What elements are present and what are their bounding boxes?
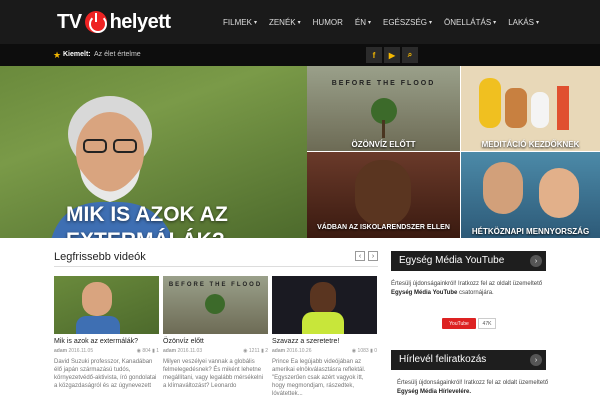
chevron-right-icon[interactable]: › — [368, 251, 378, 261]
chevron-down-icon: ▾ — [429, 19, 433, 26]
video-meta: adam 2016.10.26 ◉ 1083 ▮ 0 — [272, 348, 377, 354]
nav-item-lakas[interactable]: LAKÁS ▾ — [502, 18, 545, 27]
chevron-down-icon: ▾ — [297, 19, 301, 26]
video-title[interactable]: Mik is azok az extermálák? — [54, 338, 159, 345]
subscriber-count: 47K — [478, 318, 496, 329]
person-face — [82, 282, 112, 316]
video-thumbnail[interactable] — [272, 276, 377, 334]
youtube-icon[interactable]: ▶ — [384, 47, 400, 63]
comment-icon: ▮ — [152, 348, 155, 354]
chevron-right-icon[interactable]: › — [530, 255, 542, 267]
search-icon[interactable]: ⌕ — [402, 47, 418, 63]
nav-item-egeszseg[interactable]: EGÉSZSÉG ▾ — [377, 18, 438, 27]
thumbnail-text: BEFORE THE FLOOD — [168, 282, 263, 288]
section-title: Legfrissebb videók — [54, 251, 146, 263]
eye-icon: ◉ — [351, 348, 357, 354]
video-title[interactable]: Özönvíz előtt — [163, 338, 268, 345]
tile-everyday-heaven[interactable]: HÉTKÖZNAPI MENNYORSZÁG — [461, 152, 600, 238]
video-description: David Suzuki professzor, Kanadában élő j… — [54, 359, 157, 389]
tile-before-the-flood[interactable]: BEFORE THE FLOOD ÖZÖNVÍZ ELŐTT — [307, 66, 460, 151]
comment-icon: ▮ — [370, 348, 373, 354]
tile-label: HÉTKÖZNAPI MENNYORSZÁG — [471, 227, 590, 236]
youtube-subscribe-button[interactable]: YouTube — [442, 318, 476, 329]
chevron-right-icon[interactable]: › — [530, 354, 542, 366]
hero-feature[interactable]: MIK IS AZOK AZ EXTERMÁLÁK? — [0, 66, 307, 238]
main-nav: FILMEK ▾ ZENÉK ▾ HUMOR ÉN ▾ EGÉSZSÉG ▾ ÖNELL… — [217, 0, 545, 44]
video-thumbnail[interactable]: BEFORE THE FLOOD — [163, 276, 268, 334]
cartoon-character — [557, 86, 569, 130]
facebook-icon[interactable]: f — [366, 47, 382, 63]
video-card[interactable]: BEFORE THE FLOOD Özönvíz előtt adam 2016… — [163, 276, 268, 390]
cartoon-character — [505, 88, 527, 128]
highlight-link[interactable]: Az élet értelme — [94, 51, 141, 58]
highlight-label: Kiemelt: — [63, 51, 91, 58]
video-title[interactable]: Szavazz a szeretetre! — [272, 338, 377, 345]
power-icon — [84, 11, 107, 33]
eye-icon: ◉ — [136, 348, 141, 354]
tree-image — [205, 294, 225, 314]
tile-meditation[interactable]: MEDITÁCIÓ KEZDŐKNEK — [461, 66, 600, 151]
video-description: Prince Ea legújabb videójában az amerika… — [272, 359, 366, 397]
video-description: Milyen veszélyei vannak a globális felme… — [163, 359, 264, 389]
chevron-down-icon: ▾ — [493, 19, 497, 26]
person-face — [310, 282, 336, 314]
tile-label: MEDITÁCIÓ KEZDŐKNEK — [481, 140, 580, 149]
eye-icon: ◉ — [243, 348, 248, 354]
divider — [54, 266, 378, 267]
tile-label: VÁDBAN AZ ISKOLARENDSZER ELLEN — [317, 224, 450, 231]
chevron-down-icon: ▾ — [367, 19, 371, 26]
cartoon-character — [479, 78, 501, 128]
logo-left-text: TV — [57, 10, 82, 33]
hero-title: MIK IS AZOK AZ EXTERMÁLÁK? — [66, 203, 228, 238]
video-meta: adam 2016.11.05 ◉ 804 ▮ 1 — [54, 348, 159, 354]
nav-item-en[interactable]: ÉN ▾ — [349, 18, 377, 27]
comment-icon: ▮ — [261, 348, 264, 354]
tile-image-text: BEFORE THE FLOOD — [331, 80, 436, 87]
video-card[interactable]: Szavazz a szeretetre! adam 2016.10.26 ◉ … — [272, 276, 377, 398]
logo-right-text: helyett — [109, 10, 171, 33]
chevron-left-icon[interactable]: ‹ — [355, 251, 365, 261]
person-body — [76, 316, 120, 334]
tree-trunk — [382, 120, 385, 138]
chevron-down-icon: ▾ — [535, 19, 539, 26]
nav-item-zenek[interactable]: ZENÉK ▾ — [263, 18, 307, 27]
chevron-down-icon: ▾ — [253, 19, 257, 26]
youtube-widget-text: Értesülj újdonságainkról! Iratkozz fel a… — [391, 281, 543, 296]
video-card[interactable]: Mik is azok az extermálák? adam 2016.11.… — [54, 276, 159, 390]
tile-school-system[interactable]: VÁDBAN AZ ISKOLARENDSZER ELLEN — [307, 152, 460, 238]
nav-item-filmek[interactable]: FILMEK ▾ — [217, 18, 263, 27]
person-face — [483, 162, 523, 214]
person-body — [302, 312, 344, 334]
newsletter-widget-text: Értesülj újdonságainkról! Iratkozz fel a… — [397, 380, 549, 395]
youtube-widget-header[interactable]: Egység Média YouTube › — [391, 251, 546, 271]
person-face — [539, 168, 579, 218]
tile-label: ÖZÖNVÍZ ELŐTT — [351, 140, 416, 149]
nav-item-humor[interactable]: HUMOR — [307, 18, 349, 27]
newsletter-widget-header[interactable]: Hírlevél feliratkozás › — [391, 350, 546, 370]
cartoon-character — [531, 92, 549, 128]
video-thumbnail[interactable] — [54, 276, 159, 334]
nav-item-onellatas[interactable]: ÖNELLÁTÁS ▾ — [438, 18, 502, 27]
video-meta: adam 2016.11.03 ◉ 1211 ▮ 2 — [163, 348, 268, 354]
site-logo[interactable]: TV helyett — [57, 10, 171, 34]
person-face — [355, 160, 411, 226]
star-icon: ★ — [53, 50, 62, 60]
